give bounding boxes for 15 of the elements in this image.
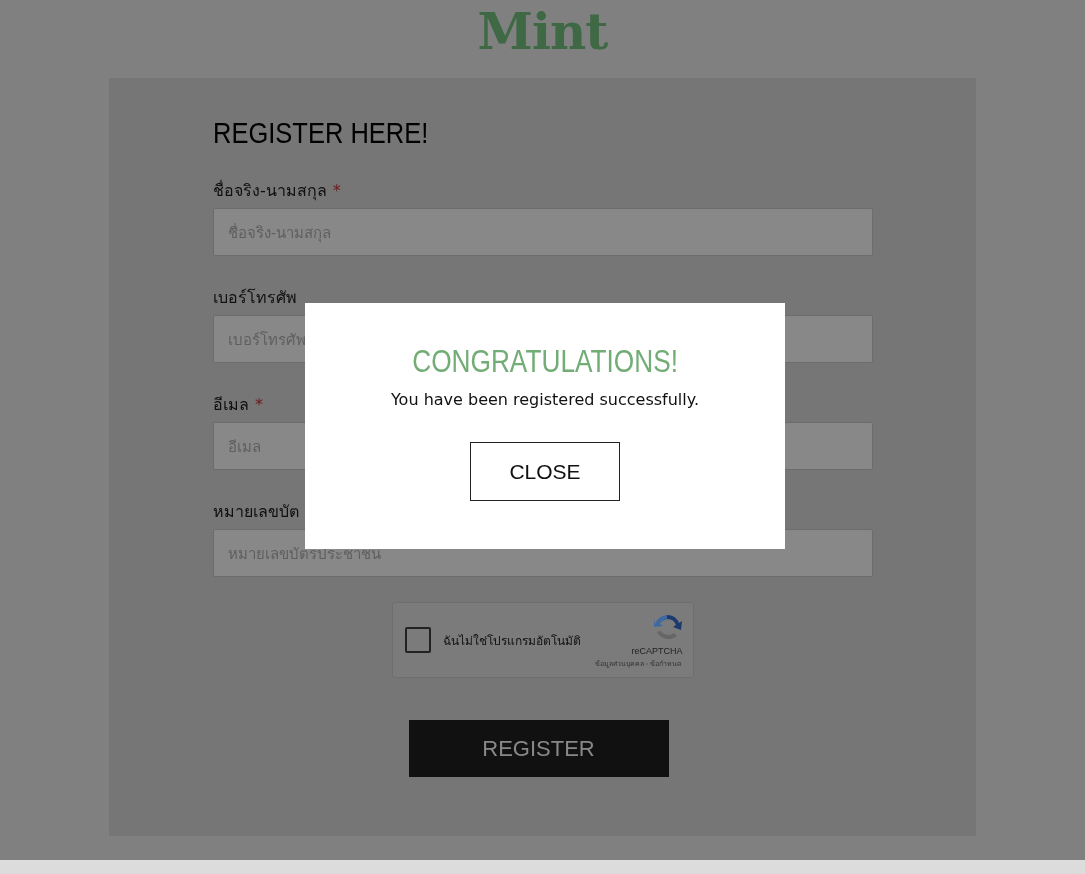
captcha-checkbox[interactable] <box>404 627 431 653</box>
captcha-brand: reCAPTCHA <box>631 645 683 656</box>
field-label: ชื่อจริง-นามสกุล <box>213 181 327 200</box>
close-button[interactable]: CLOSE <box>470 442 620 501</box>
logo: Mint <box>477 1 608 63</box>
dialog-title: CONGRATULATIONS! <box>412 343 678 380</box>
field-label: หมายเลขบัต <box>213 501 299 521</box>
form-title: REGISTER HERE! <box>213 116 429 150</box>
captcha-label: ฉันไม่ใช่โปรแกรมอัตโนมัติ <box>442 632 582 650</box>
field-label: เบอร์โทรศัพ <box>213 287 297 307</box>
field-label: อีเมล <box>213 395 249 414</box>
register-button[interactable]: REGISTER <box>408 720 669 777</box>
dialog-message: You have been registered successfully. <box>390 390 699 409</box>
required-mark: * <box>255 395 263 414</box>
required-mark: * <box>332 181 341 200</box>
